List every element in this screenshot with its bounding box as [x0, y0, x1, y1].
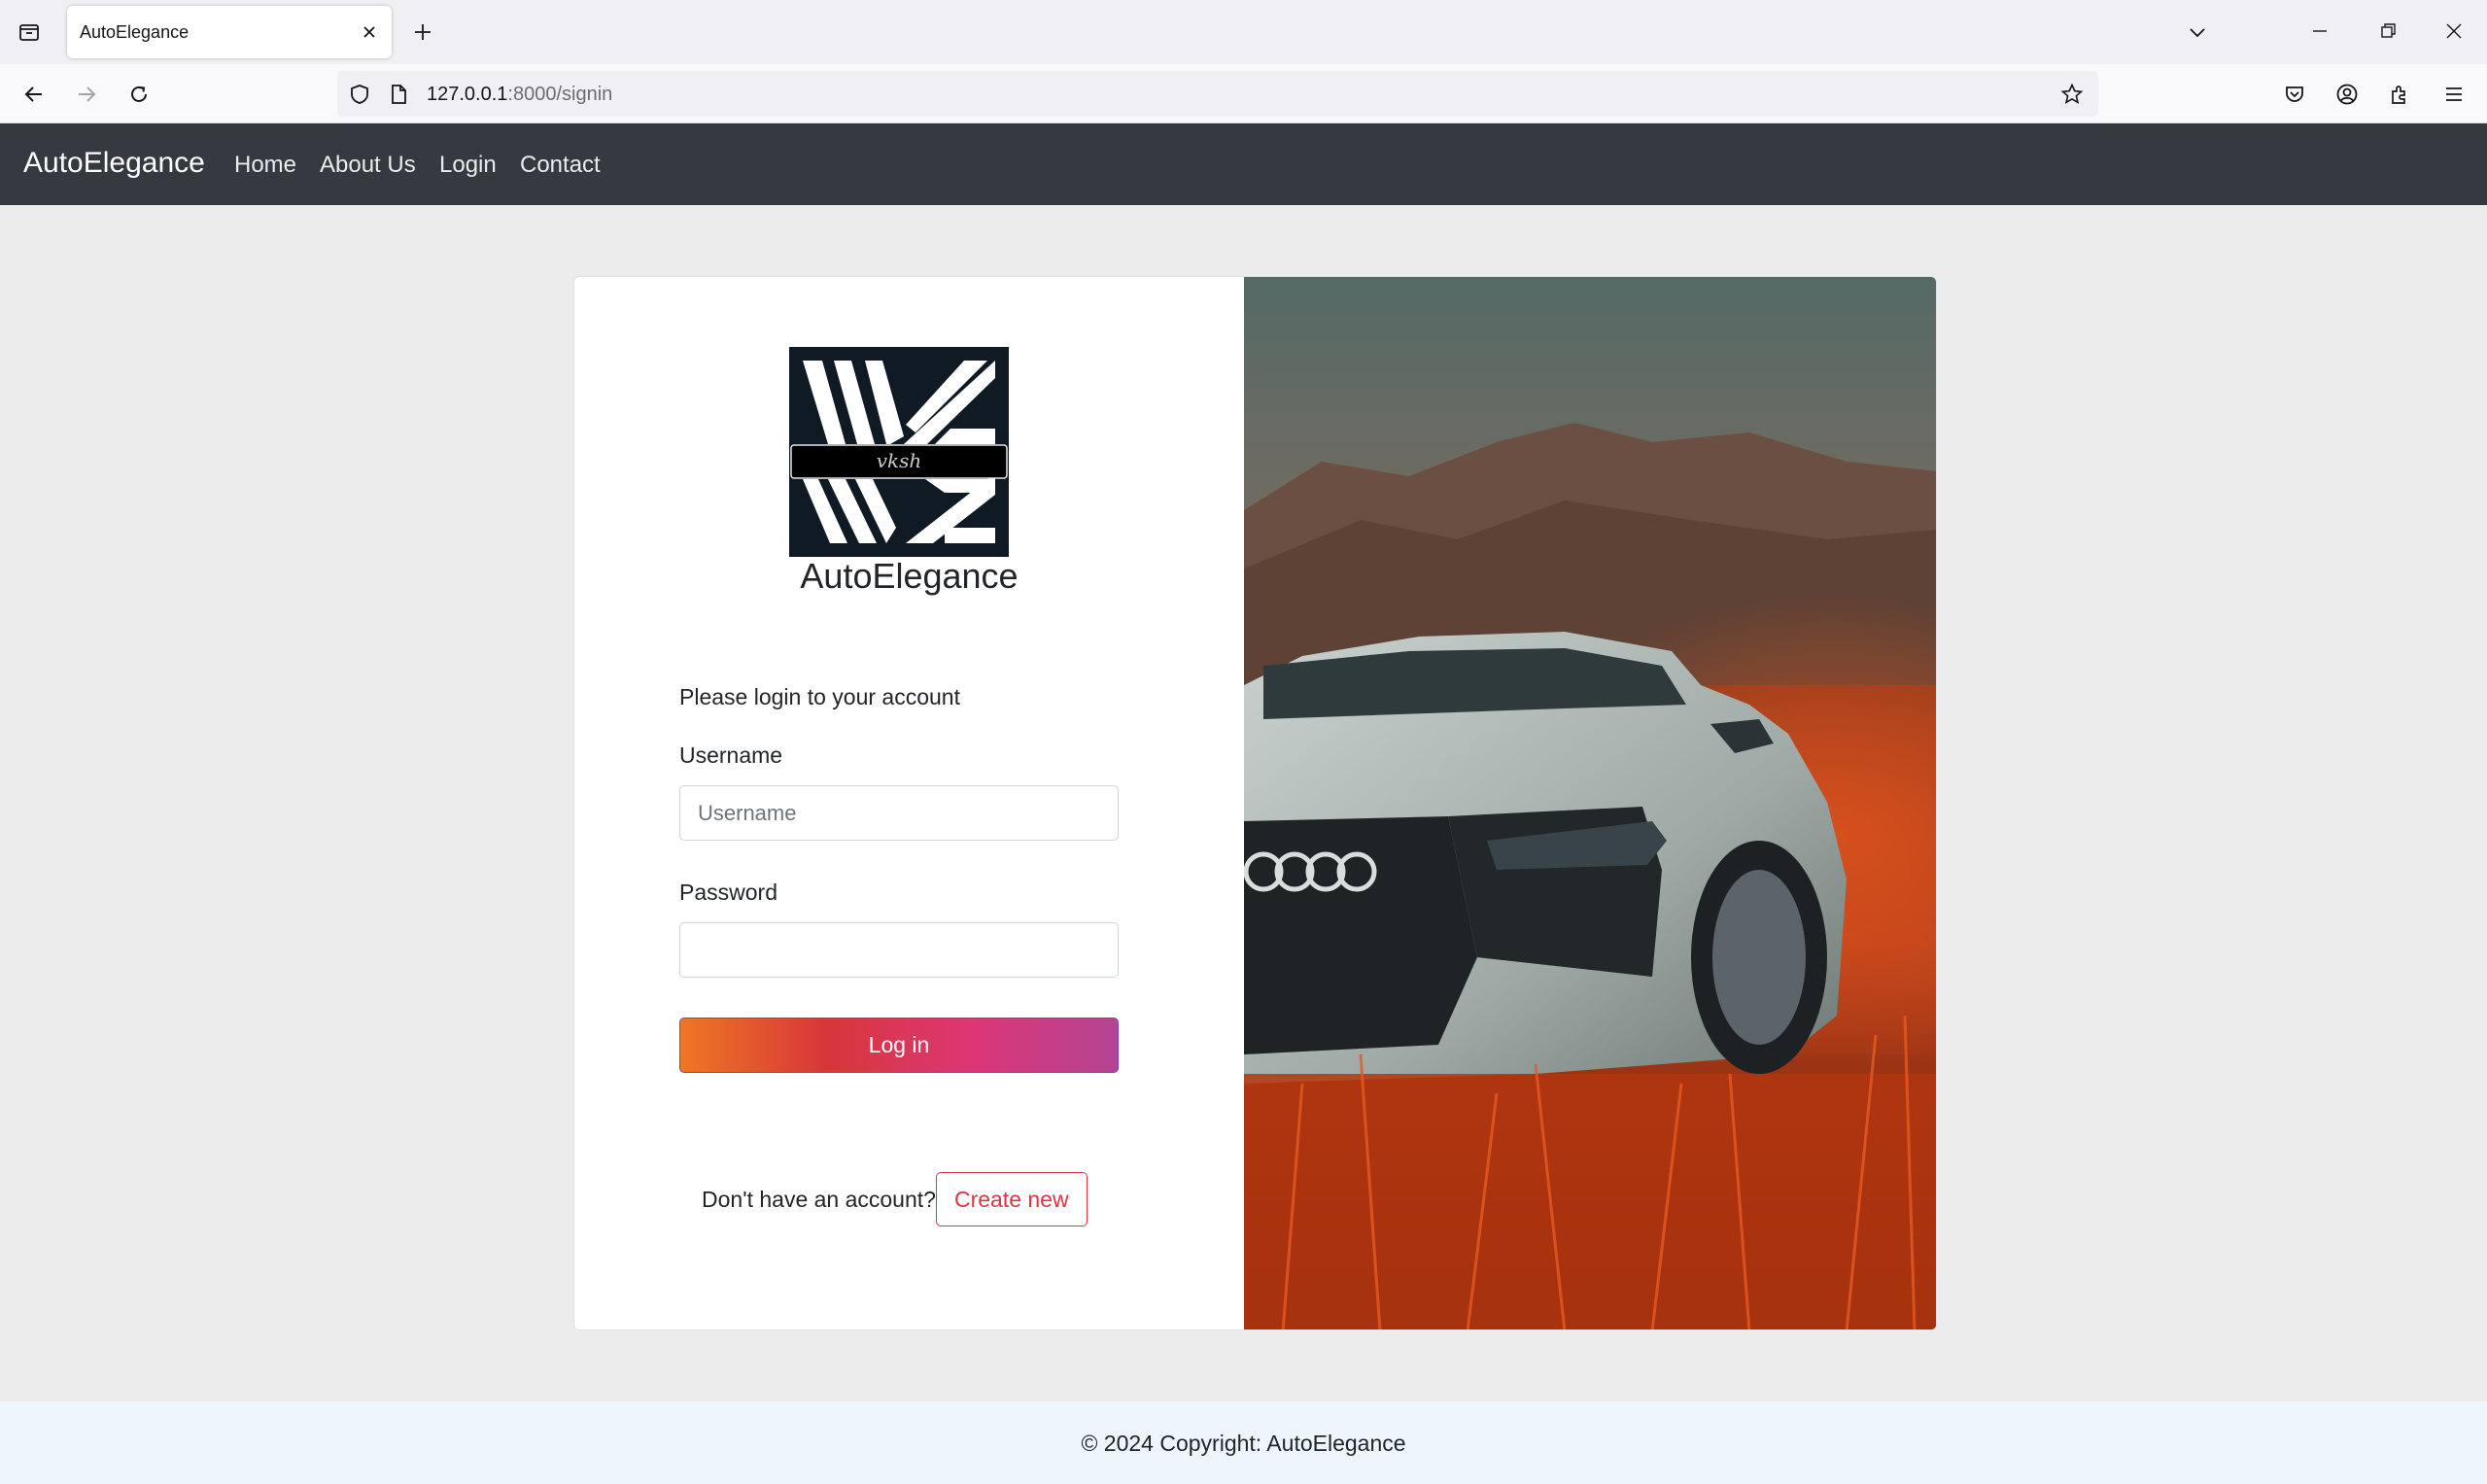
signup-row: Don't have an account? Create new	[702, 1172, 1088, 1226]
minimize-icon[interactable]	[2294, 10, 2346, 52]
browser-toolbar: 127.0.0.1:8000/signin	[0, 64, 2487, 123]
login-form-panel: vksh AutoElegance Please login to your a…	[574, 277, 1244, 1329]
login-prompt: Please login to your account	[679, 684, 960, 709]
page-footer: © 2024 Copyright: AutoElegance	[0, 1401, 2487, 1484]
brand-logo: vksh	[789, 347, 1009, 557]
create-account-button[interactable]: Create new	[935, 1172, 1088, 1226]
logo-tag-text: vksh	[877, 449, 922, 472]
back-icon[interactable]	[16, 76, 52, 113]
nav-home[interactable]: Home	[234, 152, 296, 179]
menu-icon[interactable]	[2435, 76, 2472, 113]
car-hero-image	[1244, 277, 1936, 1329]
page-icon[interactable]	[386, 82, 411, 107]
nav-about-us[interactable]: About Us	[320, 152, 416, 179]
url-bar[interactable]: 127.0.0.1:8000/signin	[337, 71, 2098, 117]
login-card: vksh AutoElegance Please login to your a…	[573, 276, 1937, 1330]
account-icon[interactable]	[2329, 76, 2366, 113]
restore-icon[interactable]	[2362, 10, 2414, 52]
nav-contact[interactable]: Contact	[520, 152, 601, 179]
password-input[interactable]	[679, 922, 1119, 978]
tab-close-icon[interactable]	[357, 19, 382, 45]
nav-login[interactable]: Login	[439, 152, 497, 179]
url-text: 127.0.0.1:8000/signin	[427, 84, 613, 105]
logo-caption: AutoElegance	[800, 556, 1019, 596]
login-button[interactable]: Log in	[679, 1018, 1119, 1073]
browser-tab-active[interactable]: AutoElegance	[67, 6, 392, 58]
brand-link[interactable]: AutoElegance	[23, 147, 205, 180]
extensions-icon[interactable]	[2381, 76, 2418, 113]
forward-icon[interactable]	[68, 76, 105, 113]
footer-copyright: © 2024 Copyright: AutoElegance	[1081, 1431, 1406, 1456]
list-all-tabs-icon[interactable]	[2181, 16, 2214, 49]
browser-tab-title: AutoElegance	[80, 22, 190, 42]
shield-icon[interactable]	[347, 82, 372, 107]
password-label: Password	[679, 880, 777, 905]
site-navbar: AutoElegance Home About Us Login Contact	[0, 123, 2487, 205]
bookmark-star-icon[interactable]	[2059, 82, 2085, 107]
tab-overview-icon[interactable]	[14, 17, 45, 48]
window-close-icon[interactable]	[2428, 10, 2480, 52]
username-input[interactable]	[679, 785, 1119, 841]
reload-icon[interactable]	[121, 76, 157, 113]
pocket-icon[interactable]	[2276, 76, 2313, 113]
signup-text: Don't have an account?	[702, 1186, 936, 1212]
browser-tabstrip: AutoElegance	[0, 0, 2487, 64]
username-label: Username	[679, 742, 783, 768]
new-tab-icon[interactable]	[406, 16, 439, 49]
